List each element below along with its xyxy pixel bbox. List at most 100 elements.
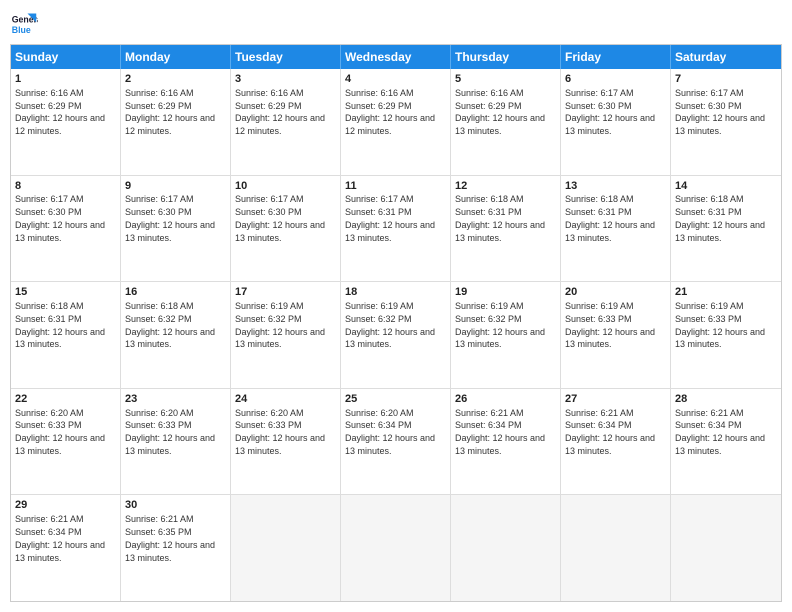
- calendar-row: 22 Sunrise: 6:20 AMSunset: 6:33 PMDaylig…: [11, 388, 781, 495]
- calendar-cell: 7 Sunrise: 6:17 AMSunset: 6:30 PMDayligh…: [671, 69, 781, 175]
- calendar-cell: 19 Sunrise: 6:19 AMSunset: 6:32 PMDaylig…: [451, 282, 561, 388]
- day-number: 16: [125, 285, 226, 300]
- calendar-cell: 22 Sunrise: 6:20 AMSunset: 6:33 PMDaylig…: [11, 389, 121, 495]
- day-number: 20: [565, 285, 666, 300]
- day-number: 1: [15, 72, 116, 87]
- day-info: Sunrise: 6:19 AMSunset: 6:32 PMDaylight:…: [345, 301, 435, 349]
- header: General Blue: [10, 10, 782, 38]
- calendar-cell: [451, 495, 561, 601]
- day-info: Sunrise: 6:20 AMSunset: 6:33 PMDaylight:…: [15, 408, 105, 456]
- day-number: 27: [565, 392, 666, 407]
- weekday-header: Saturday: [671, 45, 781, 69]
- day-info: Sunrise: 6:17 AMSunset: 6:30 PMDaylight:…: [235, 194, 325, 242]
- day-info: Sunrise: 6:16 AMSunset: 6:29 PMDaylight:…: [345, 88, 435, 136]
- calendar-cell: 1 Sunrise: 6:16 AMSunset: 6:29 PMDayligh…: [11, 69, 121, 175]
- calendar-cell: 23 Sunrise: 6:20 AMSunset: 6:33 PMDaylig…: [121, 389, 231, 495]
- day-info: Sunrise: 6:16 AMSunset: 6:29 PMDaylight:…: [455, 88, 545, 136]
- svg-text:Blue: Blue: [12, 25, 31, 35]
- day-info: Sunrise: 6:21 AMSunset: 6:34 PMDaylight:…: [675, 408, 765, 456]
- day-info: Sunrise: 6:17 AMSunset: 6:30 PMDaylight:…: [675, 88, 765, 136]
- day-number: 6: [565, 72, 666, 87]
- calendar-cell: 3 Sunrise: 6:16 AMSunset: 6:29 PMDayligh…: [231, 69, 341, 175]
- day-info: Sunrise: 6:21 AMSunset: 6:34 PMDaylight:…: [15, 514, 105, 562]
- day-info: Sunrise: 6:20 AMSunset: 6:33 PMDaylight:…: [125, 408, 215, 456]
- weekday-header: Friday: [561, 45, 671, 69]
- calendar-cell: 11 Sunrise: 6:17 AMSunset: 6:31 PMDaylig…: [341, 176, 451, 282]
- calendar-cell: 5 Sunrise: 6:16 AMSunset: 6:29 PMDayligh…: [451, 69, 561, 175]
- day-info: Sunrise: 6:17 AMSunset: 6:30 PMDaylight:…: [125, 194, 215, 242]
- day-number: 23: [125, 392, 226, 407]
- calendar-row: 15 Sunrise: 6:18 AMSunset: 6:31 PMDaylig…: [11, 281, 781, 388]
- day-info: Sunrise: 6:17 AMSunset: 6:30 PMDaylight:…: [15, 194, 105, 242]
- day-number: 5: [455, 72, 556, 87]
- weekday-header: Wednesday: [341, 45, 451, 69]
- calendar-body: 1 Sunrise: 6:16 AMSunset: 6:29 PMDayligh…: [11, 69, 781, 601]
- calendar-cell: 13 Sunrise: 6:18 AMSunset: 6:31 PMDaylig…: [561, 176, 671, 282]
- day-info: Sunrise: 6:16 AMSunset: 6:29 PMDaylight:…: [125, 88, 215, 136]
- day-info: Sunrise: 6:19 AMSunset: 6:33 PMDaylight:…: [565, 301, 655, 349]
- day-info: Sunrise: 6:20 AMSunset: 6:34 PMDaylight:…: [345, 408, 435, 456]
- calendar-cell: 18 Sunrise: 6:19 AMSunset: 6:32 PMDaylig…: [341, 282, 451, 388]
- calendar-cell: 29 Sunrise: 6:21 AMSunset: 6:34 PMDaylig…: [11, 495, 121, 601]
- day-info: Sunrise: 6:18 AMSunset: 6:31 PMDaylight:…: [455, 194, 545, 242]
- calendar-cell: [671, 495, 781, 601]
- day-info: Sunrise: 6:18 AMSunset: 6:31 PMDaylight:…: [15, 301, 105, 349]
- logo-icon: General Blue: [10, 10, 38, 38]
- calendar-cell: 6 Sunrise: 6:17 AMSunset: 6:30 PMDayligh…: [561, 69, 671, 175]
- day-number: 18: [345, 285, 446, 300]
- day-info: Sunrise: 6:17 AMSunset: 6:31 PMDaylight:…: [345, 194, 435, 242]
- weekday-header: Sunday: [11, 45, 121, 69]
- calendar-cell: 20 Sunrise: 6:19 AMSunset: 6:33 PMDaylig…: [561, 282, 671, 388]
- day-number: 12: [455, 179, 556, 194]
- day-number: 30: [125, 498, 226, 513]
- calendar-cell: 16 Sunrise: 6:18 AMSunset: 6:32 PMDaylig…: [121, 282, 231, 388]
- calendar-row: 29 Sunrise: 6:21 AMSunset: 6:34 PMDaylig…: [11, 494, 781, 601]
- day-info: Sunrise: 6:18 AMSunset: 6:32 PMDaylight:…: [125, 301, 215, 349]
- day-number: 25: [345, 392, 446, 407]
- calendar-cell: 21 Sunrise: 6:19 AMSunset: 6:33 PMDaylig…: [671, 282, 781, 388]
- day-number: 9: [125, 179, 226, 194]
- day-number: 26: [455, 392, 556, 407]
- day-number: 8: [15, 179, 116, 194]
- day-info: Sunrise: 6:21 AMSunset: 6:34 PMDaylight:…: [455, 408, 545, 456]
- calendar-cell: 28 Sunrise: 6:21 AMSunset: 6:34 PMDaylig…: [671, 389, 781, 495]
- calendar-cell: 24 Sunrise: 6:20 AMSunset: 6:33 PMDaylig…: [231, 389, 341, 495]
- day-info: Sunrise: 6:19 AMSunset: 6:32 PMDaylight:…: [235, 301, 325, 349]
- day-info: Sunrise: 6:18 AMSunset: 6:31 PMDaylight:…: [675, 194, 765, 242]
- calendar-cell: 10 Sunrise: 6:17 AMSunset: 6:30 PMDaylig…: [231, 176, 341, 282]
- day-info: Sunrise: 6:16 AMSunset: 6:29 PMDaylight:…: [15, 88, 105, 136]
- weekday-header: Tuesday: [231, 45, 341, 69]
- day-number: 10: [235, 179, 336, 194]
- logo: General Blue: [10, 10, 42, 38]
- day-info: Sunrise: 6:19 AMSunset: 6:33 PMDaylight:…: [675, 301, 765, 349]
- day-number: 19: [455, 285, 556, 300]
- calendar-cell: 14 Sunrise: 6:18 AMSunset: 6:31 PMDaylig…: [671, 176, 781, 282]
- calendar-cell: 15 Sunrise: 6:18 AMSunset: 6:31 PMDaylig…: [11, 282, 121, 388]
- day-number: 29: [15, 498, 116, 513]
- page: General Blue SundayMondayTuesdayWednesda…: [0, 0, 792, 612]
- calendar-cell: 25 Sunrise: 6:20 AMSunset: 6:34 PMDaylig…: [341, 389, 451, 495]
- calendar-cell: [341, 495, 451, 601]
- calendar-row: 8 Sunrise: 6:17 AMSunset: 6:30 PMDayligh…: [11, 175, 781, 282]
- day-info: Sunrise: 6:16 AMSunset: 6:29 PMDaylight:…: [235, 88, 325, 136]
- weekday-header: Monday: [121, 45, 231, 69]
- day-info: Sunrise: 6:20 AMSunset: 6:33 PMDaylight:…: [235, 408, 325, 456]
- calendar-cell: 2 Sunrise: 6:16 AMSunset: 6:29 PMDayligh…: [121, 69, 231, 175]
- day-number: 7: [675, 72, 777, 87]
- day-number: 22: [15, 392, 116, 407]
- day-number: 17: [235, 285, 336, 300]
- day-number: 21: [675, 285, 777, 300]
- day-number: 13: [565, 179, 666, 194]
- calendar-header: SundayMondayTuesdayWednesdayThursdayFrid…: [11, 45, 781, 69]
- day-number: 3: [235, 72, 336, 87]
- calendar-cell: 27 Sunrise: 6:21 AMSunset: 6:34 PMDaylig…: [561, 389, 671, 495]
- day-info: Sunrise: 6:21 AMSunset: 6:34 PMDaylight:…: [565, 408, 655, 456]
- calendar-cell: 8 Sunrise: 6:17 AMSunset: 6:30 PMDayligh…: [11, 176, 121, 282]
- calendar-cell: 12 Sunrise: 6:18 AMSunset: 6:31 PMDaylig…: [451, 176, 561, 282]
- calendar-cell: 4 Sunrise: 6:16 AMSunset: 6:29 PMDayligh…: [341, 69, 451, 175]
- day-number: 11: [345, 179, 446, 194]
- day-number: 28: [675, 392, 777, 407]
- day-number: 2: [125, 72, 226, 87]
- day-number: 14: [675, 179, 777, 194]
- calendar-cell: 9 Sunrise: 6:17 AMSunset: 6:30 PMDayligh…: [121, 176, 231, 282]
